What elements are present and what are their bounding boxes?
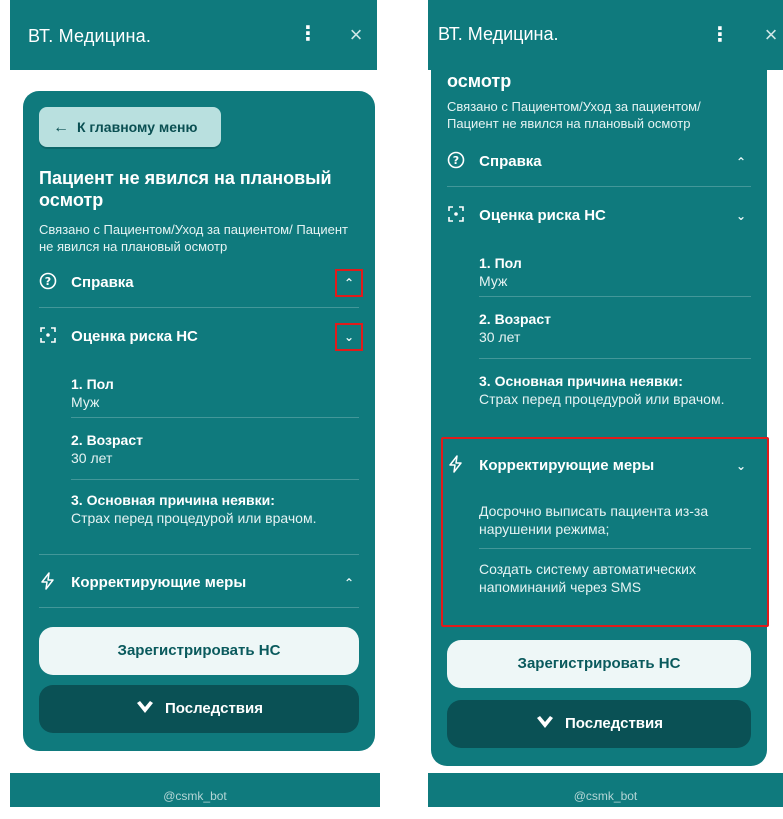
chevron-up-icon[interactable]: ⌃	[335, 269, 363, 297]
case-title: Пациент не явился на плановый осмотр	[39, 168, 332, 210]
section-risk-label: Оценка риска НС	[71, 328, 198, 345]
app-title: ВТ. Медицина.	[438, 24, 559, 44]
scan-focus-icon	[448, 206, 464, 222]
fact-key: 3. Основная причина неявки:	[71, 492, 275, 508]
check-shield-icon	[537, 716, 554, 729]
divider	[71, 479, 359, 480]
bot-footer: @csmk_bot	[428, 773, 783, 807]
close-icon[interactable]: ×	[761, 22, 781, 48]
app-header: ВТ. Медицина. ⋮ ×	[428, 0, 783, 70]
section-measures[interactable]: Корректирующие меры ⌃	[39, 563, 359, 603]
fact-value: Страх перед процедурой или врачом.	[479, 391, 725, 407]
bot-footer: @csmk_bot	[10, 773, 380, 807]
consequences-label: Последствия	[165, 700, 263, 717]
section-risk[interactable]: Оценка риска НС ⌄	[447, 196, 751, 236]
app-title: ВТ. Медицина.	[28, 26, 152, 46]
register-incident-button[interactable]: Зарегистрировать НС	[447, 640, 751, 688]
kebab-menu-icon[interactable]: ⋮	[298, 24, 318, 48]
case-title-tail: осмотр	[447, 71, 512, 91]
risk-fact-reason: 3. Основная причина неявки: Страх перед …	[71, 491, 359, 527]
scenario-card: ← К главному меню Пациент не явился на пл…	[23, 91, 375, 751]
case-subtitle: Связано с Пациентом/Уход за пациентом/ П…	[39, 222, 348, 254]
fact-value: 30 лет	[71, 450, 113, 466]
consequences-label: Последствия	[565, 715, 663, 732]
fact-value: 30 лет	[479, 329, 521, 345]
divider	[479, 358, 751, 359]
lightning-icon	[41, 572, 54, 590]
fact-value: Страх перед процедурой или врачом.	[71, 510, 317, 526]
consequences-button[interactable]: Последствия	[447, 700, 751, 748]
arrow-left-icon: ←	[53, 119, 69, 136]
app-header: ВТ. Медицина. ⋮ ×	[10, 0, 377, 70]
fact-key: 2. Возраст	[71, 432, 143, 448]
fact-key: 1. Пол	[71, 376, 114, 392]
register-incident-button[interactable]: Зарегистрировать НС	[39, 627, 359, 675]
risk-fact-reason: 3. Основная причина неявки: Страх перед …	[479, 372, 751, 408]
scan-focus-icon	[40, 327, 56, 343]
svg-text:?: ?	[453, 154, 459, 167]
risk-fact-sex: 1. Пол Муж	[71, 375, 359, 411]
section-risk[interactable]: Оценка риска НС ⌄	[39, 317, 363, 357]
chevron-down-icon[interactable]: ⌄	[731, 206, 751, 226]
divider	[447, 186, 751, 187]
check-shield-icon	[137, 701, 154, 714]
divider	[39, 307, 359, 308]
section-risk-label: Оценка риска НС	[479, 207, 606, 224]
chevron-up-icon[interactable]: ⌃	[731, 152, 751, 172]
fact-value: Муж	[479, 273, 508, 289]
consequences-button[interactable]: Последствия	[39, 685, 359, 733]
fact-key: 2. Возраст	[479, 311, 551, 327]
case-subtitle: Связано с Пациентом/Уход за пациентом/ П…	[447, 99, 701, 131]
back-to-main-menu-button[interactable]: ← К главному меню	[39, 107, 221, 147]
svg-text:?: ?	[45, 275, 51, 288]
kebab-menu-icon[interactable]: ⋮	[710, 22, 730, 47]
close-icon[interactable]: ×	[346, 24, 366, 48]
back-button-label: К главному меню	[77, 119, 198, 135]
divider	[39, 554, 359, 555]
scenario-card-scrolled: осмотр Связано с Пациентом/Уход за пацие…	[431, 70, 767, 766]
section-measures-label: Корректирующие меры	[71, 574, 247, 591]
question-circle-icon: ?	[447, 151, 465, 169]
question-circle-icon: ?	[39, 272, 57, 290]
risk-fact-age: 2. Возраст 30 лет	[479, 310, 751, 346]
section-help-label: Справка	[479, 153, 542, 170]
section-help[interactable]: ? Справка ⌃	[447, 142, 751, 182]
risk-fact-sex: 1. Пол Муж	[479, 254, 751, 290]
chevron-down-icon[interactable]: ⌄	[335, 323, 363, 351]
highlight-frame	[441, 437, 769, 627]
fact-key: 3. Основная причина неявки:	[479, 373, 683, 389]
section-help-label: Справка	[71, 274, 134, 291]
divider	[39, 607, 359, 608]
fact-value: Муж	[71, 394, 100, 410]
risk-fact-age: 2. Возраст 30 лет	[71, 431, 359, 467]
chevron-up-icon[interactable]: ⌃	[339, 573, 359, 593]
section-help[interactable]: ? Справка ⌃	[39, 263, 363, 303]
divider	[71, 417, 359, 418]
fact-key: 1. Пол	[479, 255, 522, 271]
divider	[479, 296, 751, 297]
